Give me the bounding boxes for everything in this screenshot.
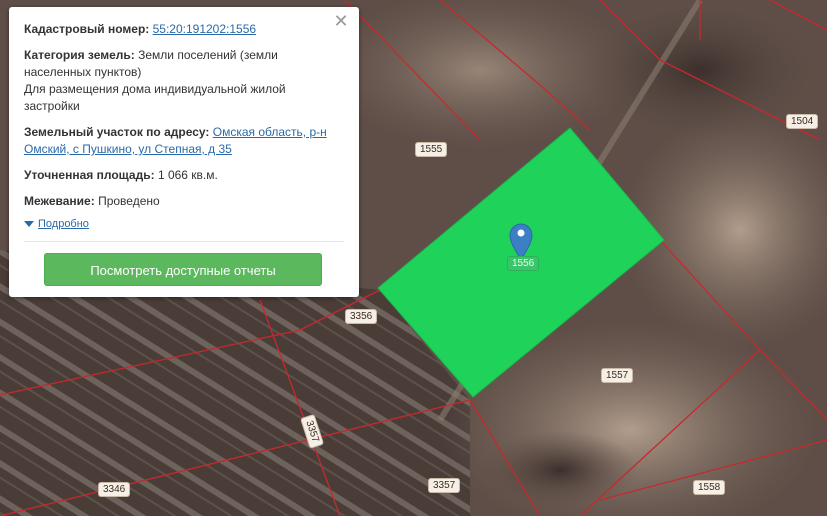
terrain-patch [480,430,640,510]
triangle-down-icon [24,221,34,227]
parcel-number-label: 3346 [98,482,131,497]
details-toggle[interactable]: Подробно [24,218,344,230]
area-label: Уточненная площадь: [24,168,155,182]
parcel-number-label: 1557 [601,368,634,383]
view-reports-button[interactable]: Посмотреть доступные отчеты [44,253,322,286]
address-label: Земельный участок по адресу: [24,125,210,139]
survey-label: Межевание: [24,194,95,208]
details-link[interactable]: Подробно [38,218,89,230]
cadastral-number-link[interactable]: 55:20:191202:1556 [153,22,256,36]
parcel-number-label: 1504 [786,114,819,129]
popup-divider [24,241,344,242]
close-icon[interactable]: ✕ [333,11,349,31]
cadastral-number-row: Кадастровый номер: 55:20:191202:1556 [24,21,344,38]
address-row: Земельный участок по адресу: Омская обла… [24,124,344,158]
area-value: 1 066 кв.м. [157,168,218,182]
permitted-use-value: Для размещения дома индивидуальной жилой… [24,82,286,113]
area-row: Уточненная площадь: 1 066 кв.м. [24,167,344,184]
survey-row: Межевание: Проведено [24,193,344,210]
parcel-info-popup: ✕ Кадастровый номер: 55:20:191202:1556 К… [9,7,359,297]
selected-parcel-number-label: 1556 [507,256,540,271]
parcel-number-label: 3357 [428,478,461,493]
survey-value: Проведено [98,194,160,208]
parcel-number-label: 1558 [693,480,726,495]
parcel-number-label: 1555 [415,142,448,157]
land-category-label: Категория земель: [24,48,135,62]
land-category-row: Категория земель: Земли поселений (земли… [24,47,344,115]
parcel-number-label: 3356 [345,309,378,324]
cadastral-number-label: Кадастровый номер: [24,22,150,36]
